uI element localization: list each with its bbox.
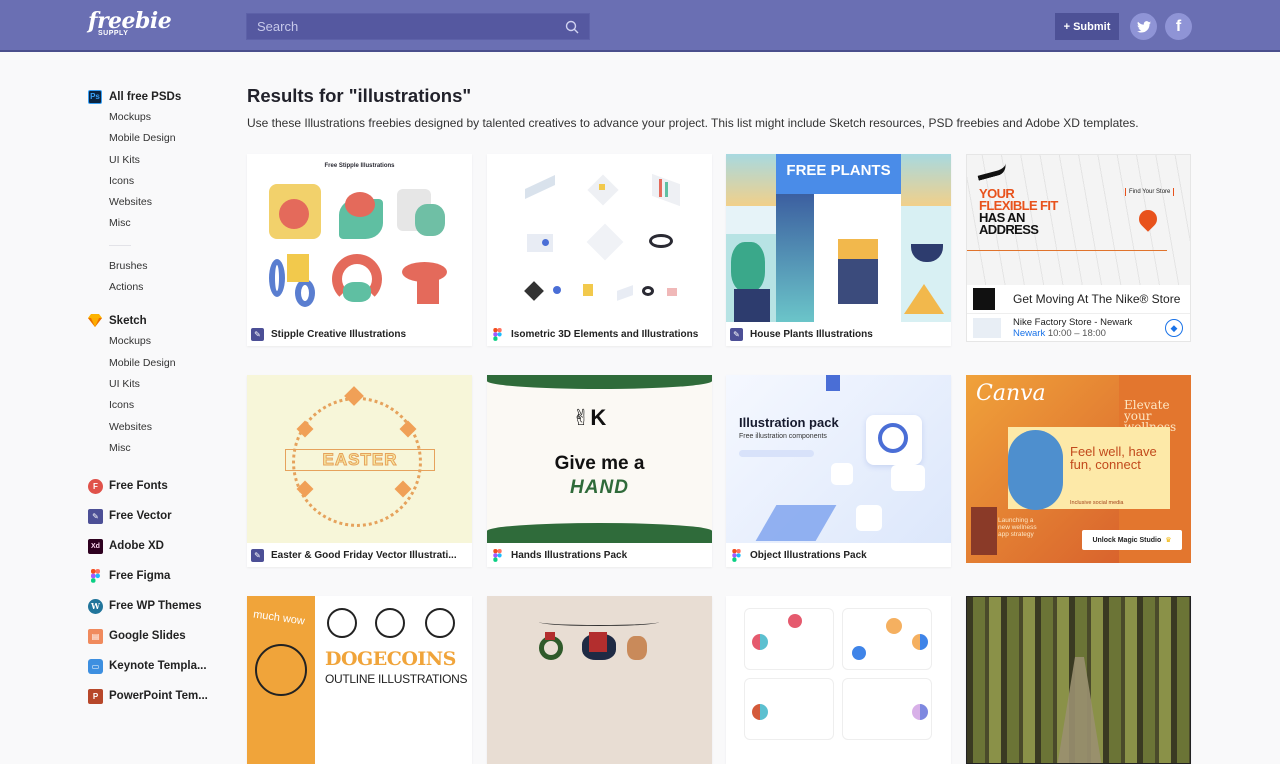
result-card[interactable]: FREE PLANTS ✎ House Plants Illustrations (726, 154, 951, 346)
card-thumbnail (966, 596, 1191, 764)
sidebar-item-free-fonts[interactable]: F Free Fonts (88, 471, 218, 501)
ok-hand-drawing: ✌K (572, 405, 607, 430)
sidebar-item-actions[interactable]: Actions (88, 277, 218, 298)
result-card[interactable]: much wow DOGECOINS OUTLINE ILLUSTRATIONS (247, 596, 472, 764)
card-thumbnail: Illustration pack Free illustration comp… (726, 375, 951, 543)
crown-icon: ♛ (1165, 537, 1172, 544)
photoshop-icon: Ps (88, 89, 102, 104)
sidebar-item-psd-mockups[interactable]: Mockups (88, 107, 218, 128)
card-caption[interactable]: Object Illustrations Pack (726, 543, 951, 567)
sidebar-item-adobe-xd[interactable]: Xd Adobe XD (88, 531, 218, 561)
map-thumbnail (973, 318, 1001, 338)
figma-icon (491, 548, 504, 562)
unlock-magic-studio-button[interactable]: Unlock Magic Studio ♛ (1082, 530, 1182, 550)
card-caption[interactable]: ✎ House Plants Illustrations (726, 322, 951, 346)
card-thumbnail: EASTER (247, 375, 472, 543)
result-card[interactable] (487, 596, 712, 764)
card-thumbnail: Free Stipple Illustrations (247, 154, 472, 322)
sidebar-item-psd-mobile-design[interactable]: Mobile Design (88, 128, 218, 149)
nike-logo-icon (973, 288, 995, 310)
result-card[interactable]: Isometric 3D Elements and Illustrations (487, 154, 712, 346)
sidebar-item-psd-misc[interactable]: Misc (88, 213, 218, 234)
sidebar-item-sketch-mobile-design[interactable]: Mobile Design (88, 353, 218, 374)
sidebar-item-sketch-ui-kits[interactable]: UI Kits (88, 374, 218, 395)
twitter-icon (1136, 20, 1151, 33)
sidebar-item-sketch-icons[interactable]: Icons (88, 395, 218, 416)
result-card[interactable] (726, 596, 951, 764)
result-card[interactable]: EASTER ✎ Easter & Good Friday Vector Ill… (247, 375, 472, 567)
result-card[interactable] (966, 596, 1191, 764)
nike-advertisement[interactable]: ▷✕ YOUR FLEXIBLE FIT HAS AN ADDRESS Find… (966, 154, 1191, 342)
sidebar-item-sketch-misc[interactable]: Misc (88, 438, 218, 459)
card-thumbnail: much wow DOGECOINS OUTLINE ILLUSTRATIONS (247, 596, 472, 764)
card-caption[interactable]: ✎ Easter & Good Friday Vector Illustrati… (247, 543, 472, 567)
sidebar-item-sketch[interactable]: Sketch (88, 310, 218, 331)
sidebar-item-psd-icons[interactable]: Icons (88, 171, 218, 192)
canva-advertisement[interactable]: Canva Elevate your wellness Feel well, h… (966, 375, 1191, 563)
sidebar-item-sketch-websites[interactable]: Websites (88, 417, 218, 438)
sidebar-item-psd-websites[interactable]: Websites (88, 192, 218, 213)
pen-icon: ✎ (88, 508, 103, 524)
card-thumbnail: ✌K Give me a HAND (487, 375, 712, 543)
font-icon: F (88, 478, 103, 494)
vector-pen-icon: ✎ (730, 327, 743, 341)
page-description: Use these Illustrations freebies designe… (247, 116, 1139, 130)
top-navigation-bar: freebie SUPPLY + Submit f (0, 0, 1280, 52)
powerpoint-icon: P (88, 688, 103, 704)
sidebar-item-free-figma[interactable]: Free Figma (88, 561, 218, 591)
search-input[interactable] (247, 14, 589, 39)
sidebar-divider (109, 244, 131, 246)
card-caption[interactable]: Isometric 3D Elements and Illustrations (487, 322, 712, 346)
vector-pen-icon: ✎ (251, 548, 264, 562)
card-thumbnail (487, 596, 712, 764)
sidebar-item-free-vector[interactable]: ✎ Free Vector (88, 501, 218, 531)
directions-icon[interactable]: ◆ (1165, 319, 1183, 337)
twitter-button[interactable] (1130, 13, 1157, 40)
card-caption[interactable]: ✎ Stipple Creative Illustrations (247, 322, 472, 346)
page-title: Results for "illustrations" (247, 85, 472, 106)
keynote-icon: ▭ (88, 658, 103, 674)
wordpress-icon: W (88, 598, 103, 614)
main-content: Results for "illustrations" Use these Il… (247, 84, 1191, 764)
sidebar-item-all-free-psds[interactable]: Ps All free PSDs (88, 86, 218, 107)
sketch-diamond-icon (88, 314, 102, 328)
sidebar-item-google-slides[interactable]: ▤ Google Slides (88, 621, 218, 651)
sidebar-item-keynote-templates[interactable]: ▭ Keynote Templa... (88, 651, 218, 681)
result-card[interactable]: Illustration pack Free illustration comp… (726, 375, 951, 567)
sidebar-item-powerpoint-templates[interactable]: P PowerPoint Tem... (88, 681, 218, 711)
figma-icon (88, 569, 103, 584)
sidebar-item-sketch-mockups[interactable]: Mockups (88, 331, 218, 352)
vector-pen-icon: ✎ (251, 327, 264, 341)
sidebar-item-brushes[interactable]: Brushes (88, 256, 218, 277)
sidebar: Ps All free PSDs Mockups Mobile Design U… (88, 86, 218, 711)
slides-icon: ▤ (88, 628, 103, 644)
search-box (246, 13, 590, 40)
sidebar-item-free-wp-themes[interactable]: W Free WP Themes (88, 591, 218, 621)
sidebar-item-psd-ui-kits[interactable]: UI Kits (88, 150, 218, 171)
facebook-button[interactable]: f (1165, 13, 1192, 40)
card-caption[interactable]: Hands Illustrations Pack (487, 543, 712, 567)
card-thumbnail (487, 154, 712, 322)
find-your-store-label[interactable]: Find Your Store (1125, 188, 1175, 196)
card-thumbnail (726, 596, 951, 764)
figma-icon (491, 327, 504, 341)
figma-icon (730, 548, 743, 562)
submit-button[interactable]: + Submit (1055, 13, 1119, 40)
card-thumbnail: FREE PLANTS (726, 154, 951, 322)
search-icon[interactable] (565, 20, 579, 34)
freebie-supply-logo[interactable]: freebie SUPPLY (88, 10, 172, 37)
xd-icon: Xd (88, 538, 103, 554)
facebook-icon: f (1175, 17, 1182, 35)
result-card[interactable]: ✌K Give me a HAND Hands Illustrations Pa… (487, 375, 712, 567)
result-card[interactable]: Free Stipple Illustrations ✎ Stipple Cre… (247, 154, 472, 346)
